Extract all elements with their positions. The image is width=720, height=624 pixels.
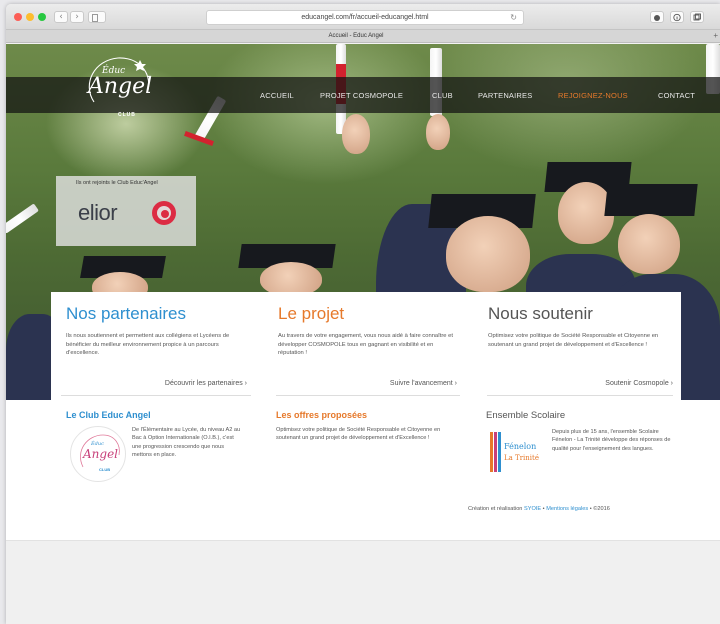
nav-club[interactable]: CLUB bbox=[432, 91, 453, 100]
partner-highlight-label: Ils ont rejoints le Club Educ'Angel bbox=[76, 180, 158, 186]
url-text: educangel.com/fr/accueil-educangel.html bbox=[301, 14, 429, 21]
zoom-window-button[interactable] bbox=[38, 13, 46, 21]
tab-accueil[interactable]: Accueil - Educ Angel bbox=[6, 30, 706, 42]
partenaires-title: Nos partenaires bbox=[66, 304, 187, 323]
elior-logo-text: elior bbox=[78, 200, 118, 225]
face-image bbox=[618, 214, 680, 274]
nav-partenaires[interactable]: PARTENAIRES bbox=[478, 91, 532, 100]
hand-image bbox=[342, 114, 370, 154]
soutenir-cosmopole-link[interactable]: Soutenir Cosmopole › bbox=[487, 380, 673, 387]
back-icon[interactable]: ‹ bbox=[54, 11, 68, 23]
offres-text: Optimisez votre politique de Société Res… bbox=[276, 427, 441, 442]
club-logo-club: CLUB bbox=[99, 467, 111, 472]
nav-accueil[interactable]: ACCUEIL bbox=[260, 91, 294, 100]
ensemble-text: Depuis plus de 15 ans, l'ensemble Scolai… bbox=[552, 429, 671, 452]
info-icon[interactable] bbox=[670, 11, 684, 23]
face-image bbox=[446, 216, 530, 292]
mentions-legales-link[interactable]: Mentions légales bbox=[546, 506, 588, 512]
minimize-window-button[interactable] bbox=[26, 13, 34, 21]
logo-angel-text: Angel bbox=[88, 74, 153, 99]
browser-window: ‹ › educangel.com/fr/accueil-educangel.h… bbox=[6, 4, 720, 624]
sidebar-icon[interactable] bbox=[88, 11, 106, 23]
share-icon[interactable] bbox=[650, 11, 664, 23]
nav-rejoignez-nous[interactable]: REJOIGNEZ-NOUS bbox=[558, 91, 628, 100]
logo-club-text: CLUB bbox=[118, 112, 136, 118]
features-panel: Nos partenaires Ils nous soutiennent et … bbox=[51, 292, 681, 400]
browser-toolbar: ‹ › educangel.com/fr/accueil-educangel.h… bbox=[6, 4, 720, 30]
reload-icon[interactable]: ↻ bbox=[510, 11, 517, 24]
hand-image bbox=[426, 114, 450, 150]
divider bbox=[487, 395, 673, 396]
forward-icon[interactable]: › bbox=[70, 11, 84, 23]
web-page: Éduc Angel CLUB ACCUEIL PROJET COSMOPOLE… bbox=[6, 44, 720, 624]
partner-highlight[interactable]: Ils ont rejoints le Club Educ'Angel elio… bbox=[56, 176, 196, 246]
fenelon-logo-top: Fénelon bbox=[504, 442, 537, 451]
soutenir-title: Nous soutenir bbox=[488, 304, 593, 323]
diploma-image bbox=[6, 203, 39, 234]
projet-title: Le projet bbox=[278, 304, 345, 323]
decouvrir-partenaires-link[interactable]: Découvrir les partenaires › bbox=[61, 380, 247, 387]
footer: Création et réalisation SYOIE • Mentions… bbox=[468, 506, 610, 512]
club-educ-angel-logo: Éduc Angel CLUB bbox=[70, 426, 126, 482]
suivre-avancement-link[interactable]: Suivre l'avancement › bbox=[271, 380, 457, 387]
close-window-button[interactable] bbox=[14, 13, 22, 21]
club-text: De l'Élémentaire au Lycée, du niveau A2 … bbox=[132, 427, 241, 459]
divider bbox=[61, 395, 251, 396]
club-logo-angel: Angel bbox=[83, 447, 119, 461]
ensemble-title: Ensemble Scolaire bbox=[486, 410, 566, 421]
lower-section: Le Club Educ Angel Éduc Angel CLUB De l'… bbox=[6, 400, 720, 540]
elior-logo-icon bbox=[152, 201, 176, 225]
soutenir-text: Optimisez votre politique de Société Res… bbox=[488, 333, 659, 348]
footer-copyright: • ©2016 bbox=[589, 506, 610, 512]
divider bbox=[276, 395, 460, 396]
nav-projet-cosmopole[interactable]: PROJET COSMOPOLE bbox=[320, 91, 403, 100]
tabs-icon[interactable] bbox=[690, 11, 704, 23]
fenelon-logo: Fénelon La Trinité bbox=[490, 430, 546, 476]
fenelon-logo-bottom: La Trinité bbox=[504, 454, 540, 462]
projet-text: Au travers de votre engagement, vous nou… bbox=[278, 333, 453, 357]
face-image bbox=[260, 262, 322, 296]
tab-bar: Accueil - Educ Angel + bbox=[6, 30, 720, 43]
footer-separator: • bbox=[542, 506, 545, 512]
address-bar[interactable]: educangel.com/fr/accueil-educangel.html … bbox=[206, 10, 524, 25]
page-bottom bbox=[6, 540, 720, 624]
club-title: Le Club Educ Angel bbox=[66, 410, 151, 420]
footer-prefix: Création et réalisation bbox=[468, 506, 523, 512]
cap-image bbox=[604, 184, 698, 216]
agency-link[interactable]: SYOIE bbox=[524, 506, 541, 512]
offres-title: Les offres proposées bbox=[276, 410, 368, 420]
partenaires-text: Ils nous soutiennent et permettent aux c… bbox=[66, 333, 230, 357]
new-tab-icon[interactable]: + bbox=[713, 30, 718, 42]
nav-contact[interactable]: CONTACT bbox=[658, 91, 695, 100]
